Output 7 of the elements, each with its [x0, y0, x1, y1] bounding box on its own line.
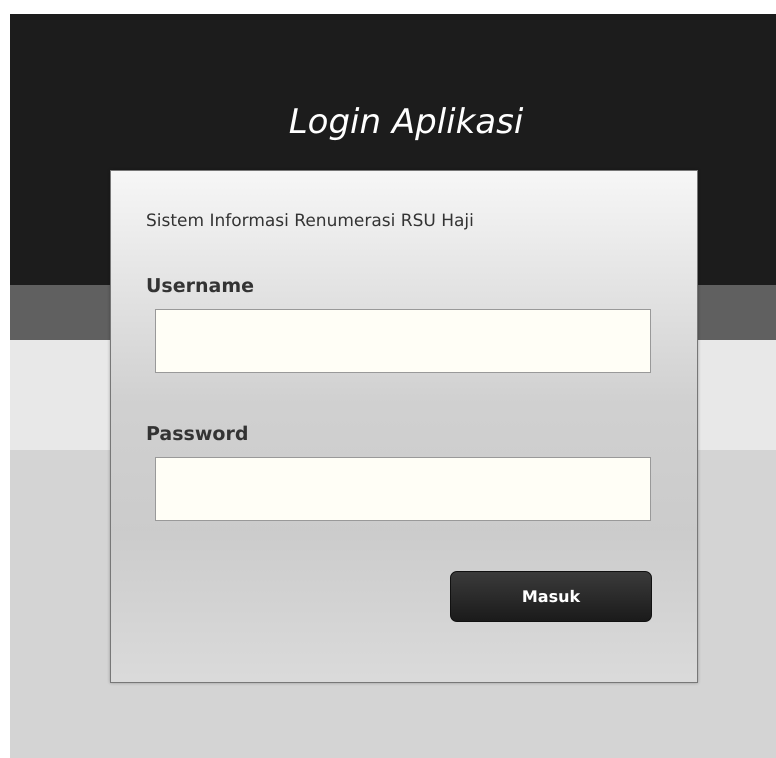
field-label: Password	[146, 423, 250, 445]
page-title: Login Aplikasi	[288, 101, 524, 144]
field-label: Username	[146, 275, 256, 297]
input-field[interactable]	[155, 309, 651, 373]
app-subtitle: Sistem Informasi Renumerasi RSU Haji	[146, 211, 475, 231]
input-field[interactable]	[155, 457, 651, 521]
login-button[interactable]: Masuk	[450, 571, 652, 622]
